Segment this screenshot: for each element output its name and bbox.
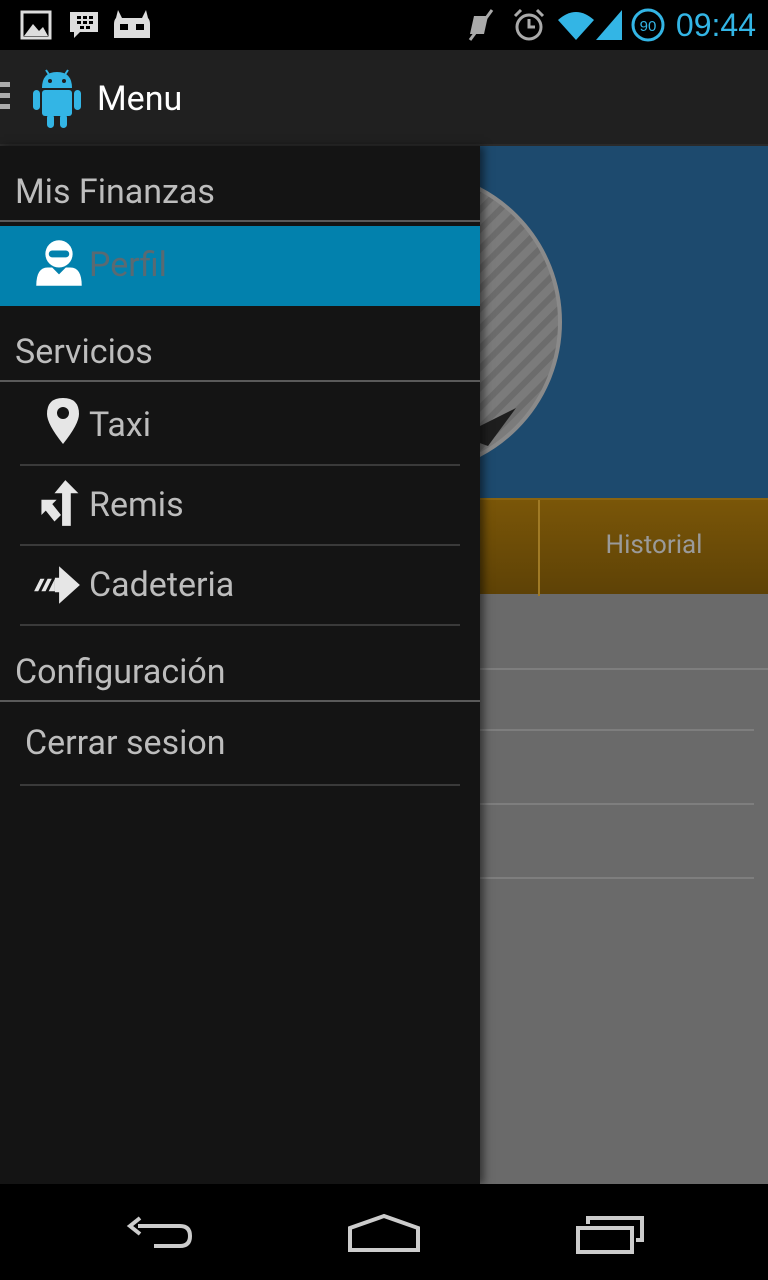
section-header-mis-finanzas: Mis Finanzas [0,146,480,222]
action-bar: Menu [0,50,768,146]
drawer-item-perfil[interactable]: Perfil [0,226,480,306]
mute-icon [468,9,494,41]
drawer-item-label: Remis [89,485,184,525]
battery-icon: 90 [631,8,665,42]
drawer-item-label: Cerrar sesion [25,723,226,763]
list-divider [480,877,754,879]
svg-text:90: 90 [640,18,657,35]
alarm-icon [513,8,545,41]
list-divider [480,668,768,670]
section-header-servicios: Servicios [0,306,480,382]
back-icon[interactable] [124,1208,196,1258]
home-icon[interactable] [344,1208,424,1258]
wifi-icon [558,12,594,40]
tab-bar: Historial [480,498,768,596]
profile-image [480,187,562,457]
tab-historial[interactable]: Historial [540,530,768,560]
clock: 09:44 [675,7,756,43]
section-header-label: Configuración [15,652,226,692]
map-pin-icon [47,398,79,444]
drawer-item-cadeteria[interactable]: Cadeteria [0,546,480,626]
list-divider [480,729,754,731]
status-bar: 90 09:44 [0,0,768,50]
profile-banner [480,146,768,498]
drawer-item-label: Perfil [89,245,167,285]
section-header-label: Servicios [15,332,153,372]
bbm-icon [70,12,98,38]
drawer-item-cerrar-sesion[interactable]: Cerrar sesion [0,706,480,786]
recents-icon[interactable] [572,1208,648,1258]
main-content: Historial [480,146,768,1184]
navigation-drawer: Mis Finanzas Perfil Servicios Taxi Remis [0,146,480,1184]
item-divider [20,784,460,786]
gallery-icon [20,10,52,40]
cyanogenmod-icon [114,10,150,38]
drawer-indicator-icon[interactable] [0,82,10,116]
list-divider [480,803,754,805]
person-icon [36,240,82,286]
turn-arrow-icon [41,480,79,526]
drawer-item-label: Cadeteria [89,565,235,605]
section-header-label: Mis Finanzas [15,172,215,212]
fast-arrow-icon [34,566,80,604]
drawer-item-taxi[interactable]: Taxi [0,386,480,466]
action-bar-title[interactable]: Menu [97,74,182,124]
system-navigation-bar [0,1184,768,1280]
signal-icon [596,10,622,40]
drawer-item-label: Taxi [89,405,152,445]
section-header-configuracion: Configuración [0,626,480,702]
android-icon[interactable] [30,68,84,130]
drawer-item-remis[interactable]: Remis [0,466,480,546]
